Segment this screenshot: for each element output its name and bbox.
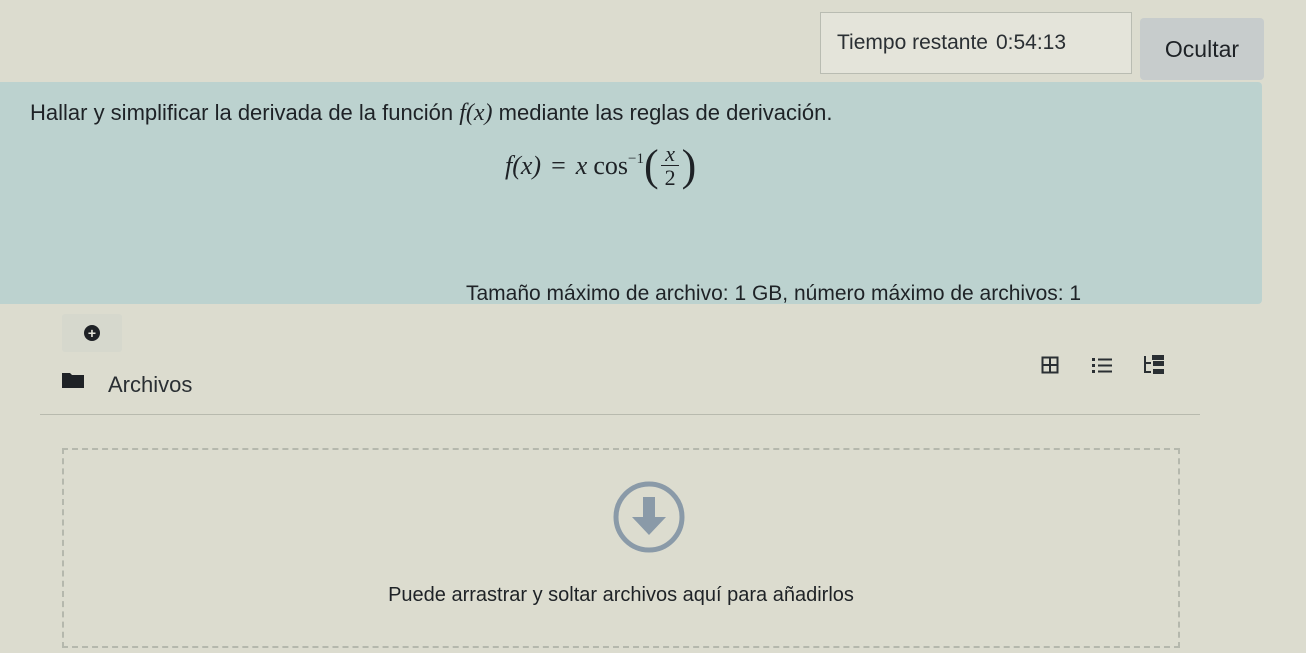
timer-box: Tiempo restante 0:54:13 [820, 12, 1132, 74]
plus-circle-icon: + [84, 325, 100, 341]
tree-view-icon[interactable] [1128, 348, 1180, 382]
breadcrumb: Archivos [62, 372, 192, 398]
formula-numerator: x [661, 142, 679, 167]
quiz-page: Tiempo restante 0:54:13 Ocultar Hallar y… [0, 0, 1306, 653]
function-formula: f(x) = x cos −1 ( x 2 ) [505, 142, 696, 189]
formula-func: cos [593, 150, 628, 180]
question-panel: Hallar y simplificar la derivada de la f… [0, 82, 1262, 304]
formula-open-paren: ( [643, 140, 659, 190]
formula-close-paren: ) [681, 140, 697, 190]
divider [40, 414, 1200, 415]
timer-value: 0:54:13 [995, 31, 1067, 54]
download-arrow-icon [613, 481, 685, 553]
view-switcher [1024, 348, 1180, 382]
list-view-icon[interactable] [1076, 348, 1128, 382]
function-ref: f(x) [459, 100, 493, 126]
add-file-button[interactable]: + [62, 314, 122, 352]
formula-exponent: −1 [627, 151, 644, 168]
formula-lhs: f(x) [505, 150, 542, 180]
formula-factor: x [575, 150, 588, 180]
grid-view-icon[interactable] [1024, 348, 1076, 382]
question-text-after: mediante las reglas de derivación. [498, 100, 833, 125]
question-text: Hallar y simplificar la derivada de la f… [30, 100, 833, 127]
folder-icon [62, 373, 84, 388]
folder-label[interactable]: Archivos [108, 372, 192, 398]
timer-label: Tiempo restante [837, 31, 988, 54]
formula-equals: = [551, 150, 566, 180]
hide-timer-button[interactable]: Ocultar [1140, 18, 1264, 80]
file-limits-text: Tamaño máximo de archivo: 1 GB, número m… [466, 282, 1082, 305]
file-manager: + Archivos Puede arrastrar y soltar arch… [40, 314, 1200, 648]
dropzone-text: Puede arrastrar y soltar archivos aquí p… [388, 584, 854, 606]
formula-denominator: 2 [664, 165, 676, 191]
formula-fraction: x 2 [661, 142, 680, 189]
file-dropzone[interactable]: Puede arrastrar y soltar archivos aquí p… [62, 448, 1180, 648]
question-text-before: Hallar y simplificar la derivada de la f… [30, 100, 454, 125]
